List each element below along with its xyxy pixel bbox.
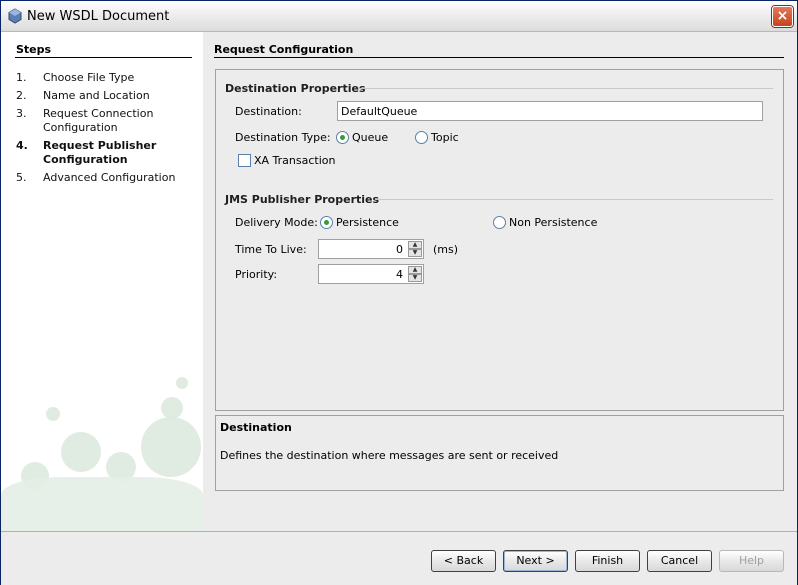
step-number: 2. (16, 89, 27, 102)
queue-radio[interactable] (336, 131, 349, 144)
page-title: Request Configuration (214, 43, 354, 56)
finish-button[interactable]: Finish (575, 550, 640, 572)
title-bar[interactable]: New WSDL Document × (1, 1, 797, 32)
destination-input[interactable]: DefaultQueue (337, 101, 763, 121)
spinner-arrows[interactable]: ▲ ▼ (408, 241, 422, 257)
description-title: Destination (220, 421, 292, 434)
spinner-down-icon[interactable]: ▼ (408, 274, 422, 282)
time-to-live-label: Time To Live: (235, 243, 307, 256)
close-icon: × (776, 8, 789, 24)
description-panel: Destination Defines the destination wher… (215, 415, 784, 491)
spinner-up-icon[interactable]: ▲ (408, 241, 422, 249)
jms-publisher-properties-title: JMS Publisher Properties (225, 193, 380, 206)
close-button[interactable]: × (772, 6, 793, 27)
non-persistence-radio[interactable] (493, 216, 506, 229)
priority-value: 4 (396, 268, 403, 281)
wizard-content: Steps 1. Choose File Type 2. Name and Lo… (1, 32, 797, 531)
steps-panel: Steps 1. Choose File Type 2. Name and Lo… (1, 32, 203, 531)
description-text: Defines the destination where messages a… (220, 449, 559, 462)
step-number: 1. (16, 71, 27, 84)
destination-label: Destination: (235, 105, 302, 118)
section-divider (375, 199, 773, 200)
request-configuration-form: Destination Properties Destination: Defa… (215, 69, 784, 411)
step-label: Request Connection Configuration (43, 107, 154, 134)
step-label: Request Publisher Configuration (43, 139, 157, 166)
priority-spinner[interactable]: 4 ▲ ▼ (318, 264, 424, 284)
back-button[interactable]: < Back (431, 550, 496, 572)
persistence-radio[interactable] (320, 216, 333, 229)
step-number: 3. (16, 107, 27, 120)
time-to-live-unit: (ms) (433, 243, 459, 256)
step-label: Advanced Configuration (43, 171, 176, 184)
wizard-window: New WSDL Document × Steps 1. Choose File… (0, 0, 798, 585)
topic-radio-label[interactable]: Topic (431, 131, 459, 144)
spinner-down-icon[interactable]: ▼ (408, 249, 422, 257)
next-button[interactable]: Next > (503, 550, 568, 572)
step-number: 5. (16, 171, 27, 184)
topic-radio[interactable] (415, 131, 428, 144)
persistence-radio-label[interactable]: Persistence (336, 216, 399, 229)
xa-transaction-checkbox[interactable] (238, 154, 251, 167)
time-to-live-value: 0 (396, 243, 403, 256)
time-to-live-spinner[interactable]: 0 ▲ ▼ (318, 239, 424, 259)
non-persistence-radio-label[interactable]: Non Persistence (509, 216, 597, 229)
section-divider (358, 88, 773, 89)
spinner-arrows[interactable]: ▲ ▼ (408, 266, 422, 282)
spinner-up-icon[interactable]: ▲ (408, 266, 422, 274)
step-label: Name and Location (43, 89, 150, 102)
wsdl-document-icon (8, 8, 22, 24)
cancel-button[interactable]: Cancel (647, 550, 712, 572)
steps-divider (15, 57, 192, 58)
button-bar: < Back Next > Finish Cancel Help (1, 531, 797, 585)
help-button[interactable]: Help (719, 550, 784, 572)
window-title: New WSDL Document (27, 9, 170, 24)
queue-radio-label[interactable]: Queue (352, 131, 388, 144)
priority-label: Priority: (235, 268, 278, 281)
step-label: Choose File Type (43, 71, 135, 84)
delivery-mode-label: Delivery Mode: (235, 216, 318, 229)
page-title-divider (214, 57, 784, 58)
step-number: 4. (16, 139, 28, 152)
destination-type-label: Destination Type: (235, 131, 331, 144)
steps-title: Steps (16, 43, 52, 56)
xa-transaction-label[interactable]: XA Transaction (254, 154, 336, 167)
destination-properties-title: Destination Properties (225, 82, 366, 95)
